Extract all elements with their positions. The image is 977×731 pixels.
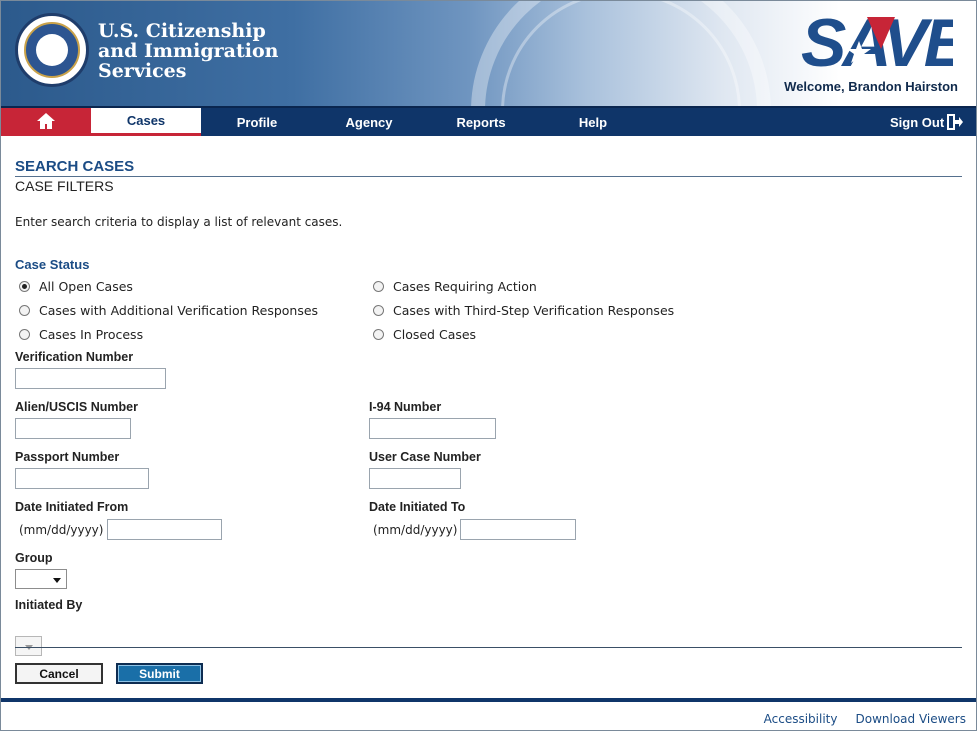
radio-button[interactable] [19, 280, 30, 292]
radio-button[interactable] [19, 328, 30, 340]
header-banner: U.S. Citizenship and Immigration Service… [1, 1, 976, 106]
radio-cases-requiring-action[interactable]: Cases Requiring Action [369, 278, 769, 294]
date-to-input[interactable] [460, 519, 576, 540]
footer-links: Accessibility Download Viewers [764, 712, 966, 726]
radio-third-step-verification[interactable]: Cases with Third-Step Verification Respo… [369, 302, 769, 318]
tab-cases[interactable]: Cases [91, 108, 201, 136]
user-case-number-input[interactable] [369, 468, 461, 489]
footer-bar [1, 698, 976, 702]
radio-button[interactable] [373, 280, 384, 292]
user-case-number-label: User Case Number [369, 450, 481, 464]
cancel-button[interactable]: Cancel [15, 663, 103, 684]
page-title: SEARCH CASES [15, 158, 962, 177]
case-status-label: Case Status [15, 257, 90, 272]
submit-button[interactable]: Submit [116, 663, 203, 684]
radio-button[interactable] [19, 304, 30, 316]
tab-help[interactable]: Help [537, 108, 649, 136]
alien-number-label: Alien/USCIS Number [15, 400, 138, 414]
welcome-message: Welcome, Brandon Hairston [784, 79, 958, 94]
passport-number-label: Passport Number [15, 450, 120, 464]
dhs-seal-logo [15, 13, 89, 87]
radio-closed-cases[interactable]: Closed Cases [369, 326, 769, 342]
initiated-by-label: Initiated By [15, 598, 83, 612]
agency-name: U.S. Citizenship and Immigration Service… [98, 20, 279, 82]
accessibility-link[interactable]: Accessibility [764, 712, 838, 726]
intro-text: Enter search criteria to display a list … [15, 215, 343, 229]
case-status-options: All Open Cases Cases Requiring Action Ca… [15, 278, 962, 342]
save-logo-graphic: SAVE [801, 5, 976, 81]
group-select[interactable] [15, 569, 67, 589]
tab-profile[interactable]: Profile [201, 108, 313, 136]
save-logo: SAVE [801, 5, 976, 81]
radio-all-open-cases[interactable]: All Open Cases [15, 278, 369, 294]
alien-number-input[interactable] [15, 418, 131, 439]
date-from-input[interactable] [107, 519, 222, 540]
search-cases-content: SEARCH CASES CASE FILTERS Enter search c… [15, 136, 962, 342]
nav-home[interactable] [1, 108, 91, 136]
group-label: Group [15, 551, 53, 565]
date-to-label: Date Initiated To [369, 500, 466, 514]
home-icon [37, 112, 55, 129]
form-divider [15, 647, 962, 648]
verification-number-label: Verification Number [15, 350, 134, 364]
verification-number-input[interactable] [15, 368, 166, 389]
section-title: CASE FILTERS [15, 178, 114, 194]
i94-number-label: I-94 Number [369, 400, 442, 414]
download-viewers-link[interactable]: Download Viewers [855, 712, 966, 726]
passport-number-input[interactable] [15, 468, 149, 489]
tab-agency[interactable]: Agency [313, 108, 425, 136]
radio-button[interactable] [373, 328, 384, 340]
radio-additional-verification[interactable]: Cases with Additional Verification Respo… [15, 302, 369, 318]
date-from-label: Date Initiated From [15, 500, 129, 514]
main-nav: Cases Profile Agency Reports Help Sign O… [1, 106, 976, 136]
sign-out-icon [947, 114, 964, 130]
chevron-down-icon [53, 578, 61, 583]
date-to-hint: (mm/dd/yyyy) [373, 523, 458, 537]
sign-out-link[interactable]: Sign Out [880, 108, 976, 136]
radio-cases-in-process[interactable]: Cases In Process [15, 326, 369, 342]
date-from-hint: (mm/dd/yyyy) [19, 523, 104, 537]
radio-button[interactable] [373, 304, 384, 316]
i94-number-input[interactable] [369, 418, 496, 439]
tab-reports[interactable]: Reports [425, 108, 537, 136]
initiated-by-select[interactable] [15, 636, 42, 656]
